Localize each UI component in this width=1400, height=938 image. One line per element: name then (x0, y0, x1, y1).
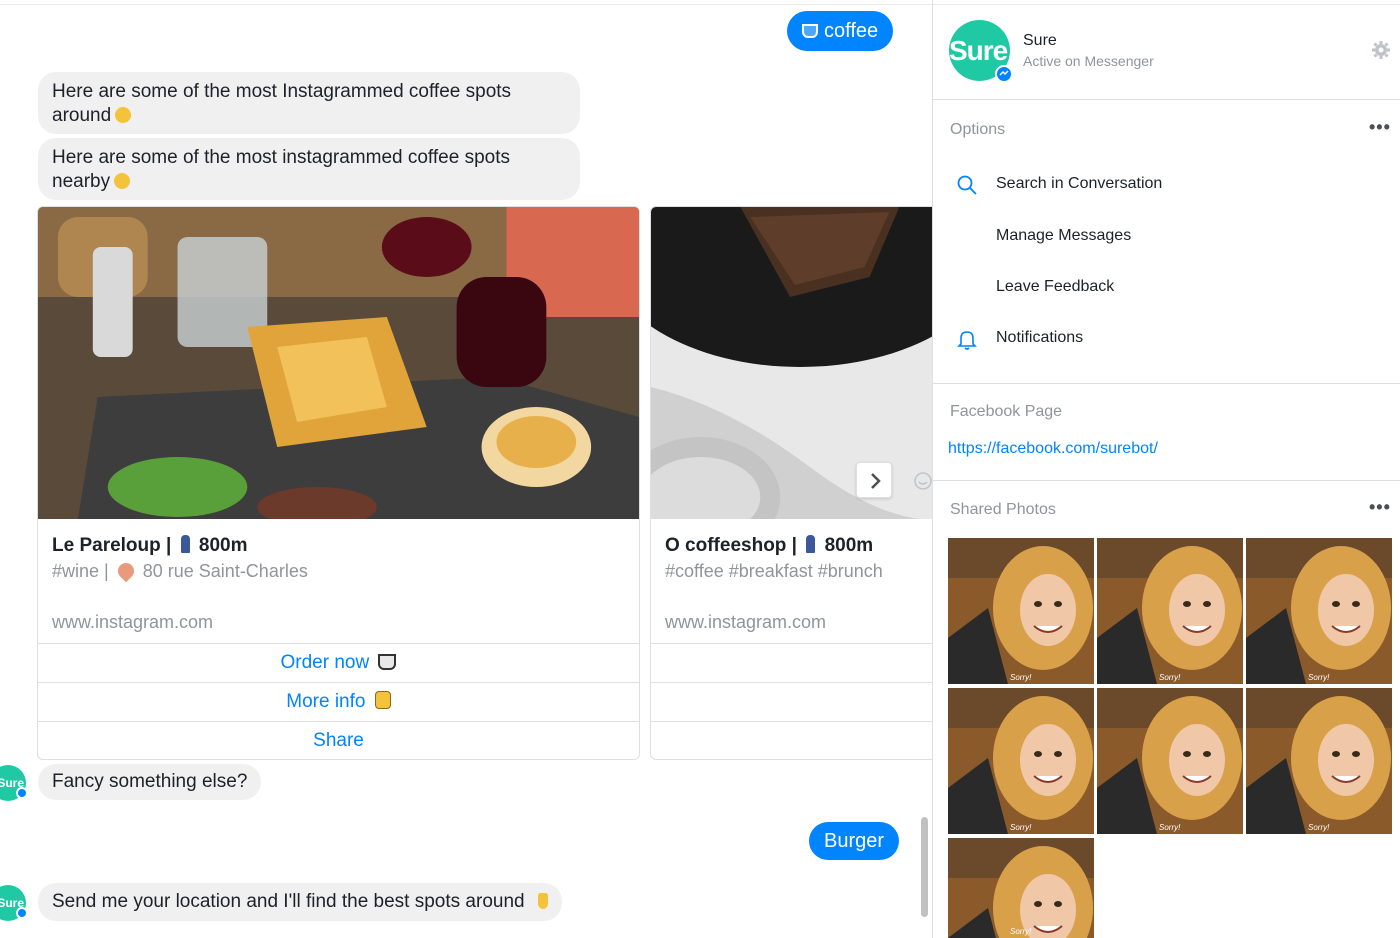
photo-image (948, 538, 1094, 684)
user-message-burger[interactable]: Burger (809, 822, 900, 860)
photo-image (1246, 688, 1392, 834)
tags: #wine | (52, 561, 109, 581)
photo-caption: Sorry! (1010, 927, 1032, 936)
card-title[interactable]: Le Pareloup | 800m (52, 535, 629, 557)
more-dots-icon[interactable]: ••• (1369, 117, 1391, 138)
card-body: Le Pareloup | 800m #wine | 80 rue Saint-… (52, 525, 629, 633)
divider (933, 383, 1400, 384)
pointing-down-icon (537, 893, 548, 909)
divider (933, 480, 1400, 481)
card-domain: www.instagram.com (52, 612, 214, 632)
photo-caption: Sorry! (1159, 823, 1181, 832)
carousel-next-button[interactable] (856, 462, 892, 498)
shared-photo-thumbnail[interactable]: Sorry! (1246, 538, 1392, 684)
button-label: Order now (280, 652, 370, 673)
pin-icon (114, 561, 138, 582)
photo-caption: Sorry! (1159, 673, 1181, 682)
conversation-info-sidebar: Sure. Sure Active on Messenger Options •… (932, 0, 1400, 938)
photo-caption: Sorry! (1308, 823, 1330, 832)
leave-feedback-option[interactable]: Leave Feedback (996, 278, 1114, 296)
bell-icon (957, 331, 977, 350)
card-button[interactable] (651, 721, 932, 759)
bot-message[interactable]: Fancy something else? (38, 764, 262, 800)
bot-message[interactable]: Here are some of the most Instagrammed c… (38, 72, 580, 134)
contact-status: Active on Messenger (1023, 53, 1154, 69)
message-text: coffee (824, 20, 879, 42)
coffee-cup-icon (378, 654, 397, 670)
more-dots-icon[interactable]: ••• (1369, 497, 1391, 518)
photo-image (1097, 688, 1243, 834)
search-in-conversation-option[interactable]: Search in Conversation (996, 175, 1162, 193)
bot-message[interactable]: Send me your location and I'll find the … (38, 883, 562, 921)
chevron-right-icon (871, 473, 881, 489)
photo-image (948, 838, 1094, 938)
photo-image (1246, 538, 1392, 684)
order-now-button[interactable]: Order now (38, 643, 639, 682)
photo-caption: Sorry! (1010, 823, 1032, 832)
tags: #coffee #breakfast #brunch (665, 561, 883, 581)
contact-header: Sure. Sure Active on Messenger (933, 0, 1400, 100)
manage-messages-option[interactable]: Manage Messages (996, 227, 1131, 245)
shared-photo-thumbnail[interactable]: Sorry! (1097, 538, 1243, 684)
message-text: Burger (824, 830, 885, 852)
messenger-bolt-icon (999, 70, 1009, 76)
coffee-cup-icon (802, 24, 818, 38)
card-subtitle: #wine | 80 rue Saint-Charles (52, 561, 629, 582)
avatar-text: Sure. (949, 35, 1015, 66)
notifications-option[interactable]: Notifications (996, 329, 1083, 347)
user-message-coffee[interactable]: coffee (787, 11, 894, 51)
button-label: Share (313, 730, 364, 751)
photo-image (948, 688, 1094, 834)
photo-caption: Sorry! (1308, 673, 1330, 682)
address: 80 rue Saint-Charles (142, 561, 308, 581)
smiley-icon[interactable] (913, 471, 932, 491)
gear-icon[interactable] (1371, 40, 1391, 60)
shared-photo-thumbnail[interactable]: Sorry! (1097, 688, 1243, 834)
facebook-page-label: Facebook Page (950, 403, 1063, 420)
distance: 800m (824, 535, 874, 556)
shared-photo-thumbnail[interactable]: Sorry! (948, 538, 1094, 684)
options-section-label: Options (950, 121, 1006, 138)
bot-message[interactable]: Here are some of the most instagrammed c… (38, 138, 580, 200)
facebook-page-link[interactable]: https://facebook.com/surebot/ (948, 440, 1158, 458)
distance: 800m (198, 535, 248, 556)
more-info-button[interactable]: More info (38, 682, 639, 721)
food-photo-image[interactable] (38, 207, 639, 519)
emoji-icon (115, 107, 132, 123)
place-name: O coffeeshop | (665, 535, 797, 556)
contact-name[interactable]: Sure (1023, 32, 1057, 50)
shared-photos-label: Shared Photos (950, 501, 1056, 518)
card-button[interactable] (651, 682, 932, 721)
messenger-badge-icon (16, 787, 28, 799)
shared-photo-thumbnail[interactable]: Sorry! (948, 688, 1094, 834)
conversation-panel: coffee Here are some of the most Instagr… (0, 0, 932, 938)
card-subtitle: #coffee #breakfast #brunch (665, 561, 932, 582)
share-button[interactable]: Share (38, 721, 639, 759)
card-domain: www.instagram.com (665, 612, 827, 632)
person-icon (180, 535, 190, 553)
messenger-badge-icon (16, 907, 28, 919)
shared-photo-thumbnail[interactable]: Sorry! (1246, 688, 1392, 834)
emoji-icon (114, 173, 131, 189)
shared-photo-thumbnail[interactable]: Sorry! (948, 838, 1094, 938)
message-text: Send me your location and I'll find the … (52, 891, 525, 912)
message-text: Fancy something else? (52, 771, 248, 792)
photo-image (1097, 538, 1243, 684)
card-title[interactable]: O coffeeshop | 800m (665, 535, 932, 557)
search-icon (957, 175, 977, 195)
scrollbar-thumb[interactable] (921, 817, 928, 917)
card-body: O coffeeshop | 800m #coffee #breakfast #… (665, 525, 932, 633)
place-card-le-pareloup: Le Pareloup | 800m #wine | 80 rue Saint-… (37, 206, 640, 760)
card-button[interactable] (651, 643, 932, 682)
photo-caption: Sorry! (1010, 673, 1032, 682)
messenger-badge-icon (995, 65, 1013, 83)
person-icon (806, 535, 816, 553)
place-name: Le Pareloup | (52, 535, 172, 556)
button-label: More info (286, 691, 366, 712)
thumbs-up-icon (374, 691, 391, 709)
